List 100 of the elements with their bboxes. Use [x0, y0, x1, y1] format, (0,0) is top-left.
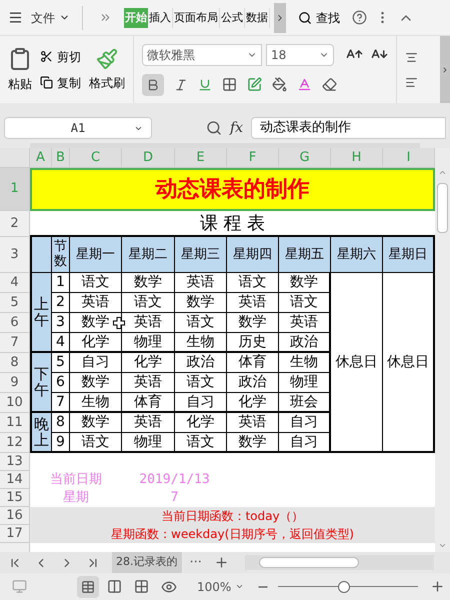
table-header-cell: 节数 [52, 237, 70, 273]
eraser-icon[interactable] [322, 77, 337, 92]
table-cell: 物理 [122, 333, 175, 353]
table-cell: 休息日 [331, 273, 383, 453]
scissors-icon [40, 50, 53, 63]
underline-icon[interactable] [198, 78, 212, 92]
chevrons-right-icon[interactable] [99, 11, 112, 24]
zoom-dropdown[interactable]: 100% [197, 578, 244, 596]
table-cell: 数学 [279, 273, 331, 293]
font-size-field[interactable]: 18 [266, 44, 334, 66]
row-header[interactable]: 11 [0, 413, 30, 433]
row-header[interactable]: 14 [0, 471, 30, 489]
weekday-label: 星期 [62, 489, 90, 507]
font-field[interactable]: 微软雅黑 [142, 44, 262, 66]
table-cell: 物理 [279, 373, 331, 393]
fill-icon[interactable] [272, 77, 287, 92]
scrollbar-thumb[interactable] [437, 183, 448, 233]
table-header-cell [30, 237, 52, 273]
table-cell: 1 [52, 273, 70, 293]
table-cell: 数学 [70, 373, 122, 393]
table-cell: 历史 [227, 333, 279, 353]
row-header[interactable]: 12 [0, 433, 30, 453]
border-icon[interactable] [222, 77, 237, 92]
subtitle-cell: 课 程 表 [30, 211, 435, 237]
zoom-icon[interactable] [206, 120, 222, 136]
menu-icon[interactable] [8, 10, 23, 25]
add-sheet-icon[interactable] [214, 555, 229, 570]
row-header[interactable]: 4 [0, 273, 30, 293]
table-cell: 英语 [227, 413, 279, 433]
table-cell: 5 [52, 353, 70, 373]
period-cell: 晚上 [30, 413, 52, 453]
period-cell: 下午 [30, 353, 52, 413]
table-header-cell: 星期四 [227, 237, 279, 273]
row-header[interactable]: 2 [0, 211, 30, 237]
formula-field[interactable]: 动态课表的制作 [251, 117, 446, 139]
cut-button[interactable]: 剪切 [40, 48, 81, 66]
more-sheets-button[interactable]: ··· [190, 552, 202, 572]
file-menu[interactable]: 文件 [27, 8, 74, 26]
scrollbar-thumb[interactable] [258, 557, 359, 568]
table-cell: 3 [52, 313, 70, 333]
row-header[interactable]: 6 [0, 313, 30, 333]
table-cell: 班会 [279, 393, 331, 413]
row-header[interactable]: 8 [0, 353, 30, 373]
scroll-up-icon[interactable] [438, 168, 447, 177]
row-header[interactable]: 15 [0, 489, 30, 507]
date-value: 2019/1/13 [138, 471, 211, 489]
align-icon[interactable] [405, 50, 418, 64]
row-header[interactable]: 7 [0, 333, 30, 353]
italic-icon[interactable] [174, 78, 188, 92]
table-cell: 生物 [279, 353, 331, 373]
layout-view-icon[interactable] [134, 579, 149, 594]
table-cell: 9 [52, 433, 70, 453]
table-cell: 数学 [70, 413, 122, 433]
cell-style-icon[interactable] [247, 77, 262, 92]
name-box[interactable]: A1 [4, 117, 152, 139]
row-header[interactable]: 3 [0, 237, 30, 273]
table-cell: 数学 [70, 313, 122, 333]
copy-icon [40, 76, 53, 89]
table-cell: 生物 [175, 333, 227, 353]
row-header[interactable]: 5 [0, 293, 30, 313]
sheet-tab[interactable]: 28.记录表的 [112, 552, 182, 573]
row-header[interactable]: 9 [0, 373, 30, 393]
table-cell: 语文 [122, 293, 175, 313]
table-cell: 2 [52, 293, 70, 313]
format-painter-button[interactable]: 格式刷 [89, 48, 125, 92]
page-break-view-icon[interactable] [107, 579, 122, 594]
align-left-icon[interactable] [405, 76, 418, 88]
menu-tab[interactable]: 页面布局 [173, 8, 220, 28]
row-header[interactable]: 16 [0, 507, 30, 525]
bold-icon [146, 78, 160, 92]
menu-tab[interactable]: 公式 [220, 8, 245, 28]
note-text: 当前日期函数：today（） [160, 508, 305, 525]
copy-button[interactable]: 复制 [40, 74, 81, 92]
paste-button[interactable]: 粘贴 [8, 46, 32, 92]
row-header[interactable]: 10 [0, 393, 30, 413]
table-cell: 生物 [70, 393, 122, 413]
table-cell: 数学 [175, 293, 227, 313]
weekday-value: 7 [170, 489, 180, 507]
normal-view-button[interactable] [77, 576, 99, 598]
bold-button[interactable] [142, 74, 164, 96]
menu-tab[interactable]: 数据 [245, 8, 270, 28]
table-cell: 4 [52, 333, 70, 353]
zoom-slider[interactable] [278, 580, 418, 594]
row-header[interactable]: 17 [0, 525, 30, 543]
help-icon[interactable] [352, 10, 367, 25]
horizontal-scrollbar[interactable] [244, 555, 434, 570]
table-cell: 英语 [70, 293, 122, 313]
search-button[interactable]: 查找 [298, 8, 340, 26]
paintbrush-icon [96, 48, 118, 70]
eye-icon[interactable] [161, 578, 177, 594]
menu-tab[interactable]: 插入 [148, 8, 173, 28]
table-cell: 政治 [175, 353, 227, 373]
table-cell: 语文 [175, 433, 227, 453]
row-header[interactable]: 13 [0, 453, 30, 471]
zoom-slider-thumb[interactable] [338, 580, 350, 592]
font-color-icon[interactable] [297, 77, 312, 92]
zoom-in-icon[interactable] [430, 579, 446, 594]
scroll-down-icon[interactable] [438, 541, 447, 550]
fx-label: fx [230, 118, 244, 138]
table-cell: 体育 [122, 393, 175, 413]
